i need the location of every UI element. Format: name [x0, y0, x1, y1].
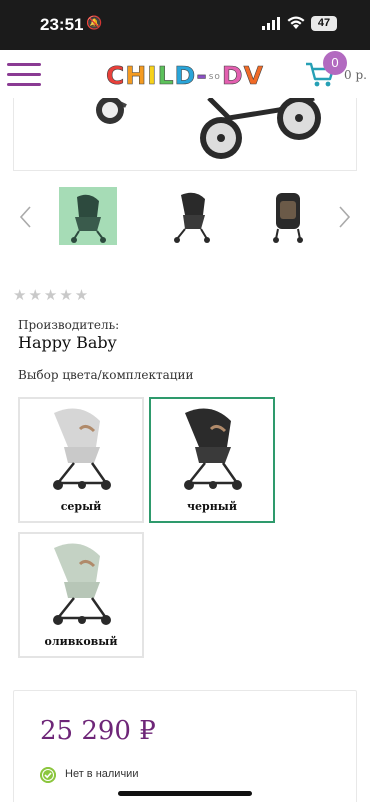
- logo-letter: H: [125, 61, 148, 91]
- price-card: [13, 690, 357, 802]
- variant-name: оливковый: [44, 635, 118, 648]
- variant-option-black[interactable]: черный: [149, 397, 275, 523]
- manufacturer-name: Happy Baby: [18, 333, 117, 352]
- menu-icon[interactable]: [7, 61, 41, 89]
- stroller-image: [53, 408, 111, 490]
- product-price: 25 290 ₽: [40, 716, 156, 746]
- variant-option-grey[interactable]: серый: [18, 397, 144, 523]
- product-thumbnail[interactable]: [59, 187, 117, 245]
- status-time: 23:51: [40, 15, 84, 34]
- wifi-icon: [287, 16, 305, 29]
- variant-name: черный: [187, 500, 237, 513]
- product-thumbnail[interactable]: [165, 187, 223, 245]
- logo-small-text: so: [208, 72, 221, 82]
- cellular-signal-icon: [262, 17, 280, 30]
- status-bar: 23:51 🔕 47: [0, 0, 370, 50]
- silent-bell-icon: 🔕: [86, 16, 103, 31]
- chevron-right-icon[interactable]: [338, 205, 352, 229]
- cart-total[interactable]: 0 р.: [344, 68, 367, 82]
- logo-letter: C: [106, 61, 126, 91]
- chevron-left-icon[interactable]: [18, 205, 32, 229]
- site-logo[interactable]: CHILD-soDV: [106, 61, 265, 91]
- product-thumbnail[interactable]: [262, 187, 320, 245]
- stroller-image: [53, 543, 111, 625]
- logo-letter: I: [147, 61, 158, 91]
- logo-letter: L: [157, 61, 175, 91]
- battery-indicator: 47: [311, 16, 337, 31]
- rating-stars[interactable]: ★★★★★: [13, 286, 90, 304]
- logo-letter: D: [174, 61, 197, 91]
- variant-name: серый: [60, 500, 102, 513]
- manufacturer-label: Производитель:: [18, 318, 120, 332]
- check-circle-icon: [40, 767, 56, 783]
- logo-letter: -: [196, 61, 208, 91]
- variant-option-olive[interactable]: оливковый: [18, 532, 144, 658]
- logo-letter: D: [221, 61, 244, 91]
- home-indicator: [118, 791, 252, 796]
- color-choice-label: Выбор цвета/комплектации: [18, 368, 194, 382]
- stock-status: Нет в наличии: [65, 768, 139, 780]
- product-main-image[interactable]: [13, 98, 357, 171]
- stroller-image: [184, 408, 242, 490]
- logo-letter: V: [243, 61, 265, 91]
